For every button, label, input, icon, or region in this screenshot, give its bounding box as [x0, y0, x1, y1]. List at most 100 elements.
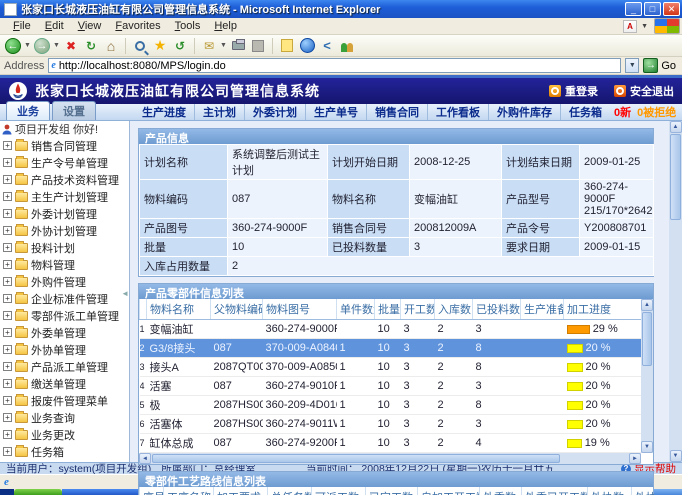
sidebar-collapse-handle[interactable]: ◄ — [121, 289, 129, 298]
expand-icon[interactable] — [3, 328, 12, 337]
expand-icon[interactable] — [3, 243, 12, 252]
table-row-selected[interactable]: 2G3/8接头087370-009-A0840110328 20 % — [140, 339, 642, 358]
back-button[interactable]: ← — [4, 37, 22, 55]
menu-edit[interactable]: Edit — [38, 19, 71, 33]
col-self-started[interactable]: 自加工开工数 — [418, 487, 480, 495]
messenger-icon[interactable]: < — [318, 37, 336, 55]
globe-button[interactable] — [298, 37, 316, 55]
scroll-down-icon[interactable]: ▼ — [641, 441, 653, 453]
col-issued[interactable]: 已投料数 — [473, 299, 521, 320]
expand-icon[interactable] — [3, 260, 12, 269]
table-row[interactable]: 4活塞087360-274-9010F110323 20 % — [140, 377, 642, 396]
sidebar-item-material[interactable]: 物料管理 — [0, 256, 129, 273]
parts-horizontal-scrollbar[interactable]: ◄ ► — [139, 453, 641, 464]
sidebar-item-purchased[interactable]: 外购件管理 — [0, 273, 129, 290]
col-batch[interactable]: 批量 — [375, 299, 401, 320]
nav-master-plan[interactable]: 主计划 — [195, 104, 245, 120]
col-stored[interactable]: 入库数 — [435, 299, 473, 320]
nav-task-box[interactable]: 任务箱 — [561, 104, 610, 120]
nav-outsource-plan[interactable]: 外委计划 — [245, 104, 306, 120]
sidebar-item-sales-contract[interactable]: 销售合同管理 — [0, 137, 129, 154]
col-prep[interactable]: 生产准备 — [521, 299, 564, 320]
menu-view[interactable]: View — [71, 19, 109, 33]
sidebar-item-coop-order[interactable]: 外协单管理 — [0, 341, 129, 358]
mail-button[interactable]: ✉ — [200, 37, 218, 55]
table-row[interactable]: 3接头A2087QT002370-009-A0850110328 20 % — [140, 358, 642, 377]
favorites-button[interactable]: ★ — [151, 37, 169, 55]
contacts-icon[interactable] — [338, 37, 356, 55]
col-coop-cut[interactable]: 外协 — [632, 487, 654, 495]
col-progress[interactable]: 加工进度 — [564, 299, 642, 320]
close-button[interactable]: ✕ — [663, 2, 680, 16]
menu-file[interactable]: File — [6, 19, 38, 33]
col-total-tasks[interactable]: 总任务数 — [268, 487, 312, 495]
minimize-button[interactable]: _ — [625, 2, 642, 16]
table-row[interactable]: 7缸体总成087360-274-9200F110324 19 % — [140, 434, 642, 453]
sidebar-item-standard-parts[interactable]: 企业标准件管理 — [0, 290, 129, 307]
expand-icon[interactable] — [3, 158, 12, 167]
expand-icon[interactable] — [3, 277, 12, 286]
sidebar-item-feed-plan[interactable]: 投料计划 — [0, 239, 129, 256]
home-button[interactable]: ⌂ — [102, 37, 120, 55]
expand-icon[interactable] — [3, 447, 12, 456]
address-input[interactable] — [59, 59, 619, 72]
scroll-up-icon[interactable]: ▲ — [641, 299, 653, 311]
history-button[interactable]: ↺ — [171, 37, 189, 55]
col-parent-code[interactable]: 父物料编码 — [211, 299, 263, 320]
badge-new[interactable]: 0新 — [614, 104, 631, 120]
scroll-thumb[interactable] — [152, 454, 560, 463]
badge-rejected[interactable]: 0被拒绝 — [637, 104, 676, 120]
sidebar-item-task-box[interactable]: 任务箱 — [0, 443, 129, 460]
expand-icon[interactable] — [3, 209, 12, 218]
nav-work-board[interactable]: 工作看板 — [428, 104, 489, 120]
print-button[interactable] — [229, 37, 247, 55]
nav-production-order[interactable]: 生产单号 — [306, 104, 367, 120]
col-outsourced-started[interactable]: 外委已开工数 — [522, 487, 588, 495]
nav-purchased-stock[interactable]: 外购件库存 — [489, 104, 561, 120]
search-button[interactable] — [131, 37, 149, 55]
menu-help[interactable]: Help — [207, 19, 244, 33]
col-finished[interactable]: 已完工数 — [366, 487, 418, 495]
expand-icon[interactable] — [3, 345, 12, 354]
col-coop[interactable]: 外协数 — [588, 487, 632, 495]
sidebar-item-outsource-plan[interactable]: 外委计划管理 — [0, 205, 129, 222]
adobe-pdf-icon[interactable]: A — [623, 20, 637, 33]
scroll-right-icon[interactable]: ► — [629, 453, 641, 464]
sidebar-item-scrap-menu[interactable]: 报废件管理菜单 — [0, 392, 129, 409]
sidebar-item-order-no[interactable]: 生产令号单管理 — [0, 154, 129, 171]
sidebar-item-part-dispatch[interactable]: 零部件派工单管理 — [0, 307, 129, 324]
expand-icon[interactable] — [3, 175, 12, 184]
expand-icon[interactable] — [3, 192, 12, 201]
col-seq[interactable]: 序号 — [140, 487, 164, 495]
col-requirement[interactable]: 加工要求 — [214, 487, 268, 495]
back-dropdown-icon[interactable]: ▼ — [24, 42, 31, 49]
sidebar-item-business-change[interactable]: 业务更改 — [0, 426, 129, 443]
notes-button[interactable] — [278, 37, 296, 55]
expand-icon[interactable] — [3, 396, 12, 405]
forward-button[interactable]: → — [33, 37, 51, 55]
col-dispatchable[interactable]: 可派工数 — [312, 487, 366, 495]
maximize-button[interactable]: □ — [644, 2, 661, 16]
scroll-up-icon[interactable]: ▲ — [670, 121, 682, 133]
start-button-edge[interactable] — [14, 489, 62, 495]
parts-vertical-scrollbar[interactable]: ▲ ▼ — [641, 299, 653, 453]
col-material-name[interactable]: 物料名称 — [147, 299, 211, 320]
scroll-thumb[interactable] — [670, 134, 681, 220]
sidebar-item-product-dispatch[interactable]: 产品派工单管理 — [0, 358, 129, 375]
expand-icon[interactable] — [3, 294, 12, 303]
menu-tools[interactable]: Tools — [168, 19, 208, 33]
sidebar-item-delivery-order[interactable]: 缴送单管理 — [0, 375, 129, 392]
col-started[interactable]: 开工数 — [401, 299, 435, 320]
address-dropdown-icon[interactable]: ▼ — [625, 58, 639, 73]
forward-dropdown-icon[interactable]: ▼ — [53, 42, 60, 49]
tab-business[interactable]: 业务 — [6, 101, 50, 120]
sidebar-item-tech-data[interactable]: 产品技术资料管理 — [0, 171, 129, 188]
menu-favorites[interactable]: Favorites — [108, 19, 167, 33]
sidebar-item-business-query[interactable]: 业务查询 — [0, 409, 129, 426]
stop-button[interactable]: ✖ — [62, 37, 80, 55]
col-process-name[interactable]: 工序名称 — [164, 487, 214, 495]
expand-icon[interactable] — [3, 379, 12, 388]
scroll-down-icon[interactable]: ▼ — [670, 450, 682, 462]
table-row[interactable]: 6活塞体2087HS002360-274-9011W110323 20 % — [140, 415, 642, 434]
scroll-left-icon[interactable]: ◄ — [139, 453, 151, 464]
